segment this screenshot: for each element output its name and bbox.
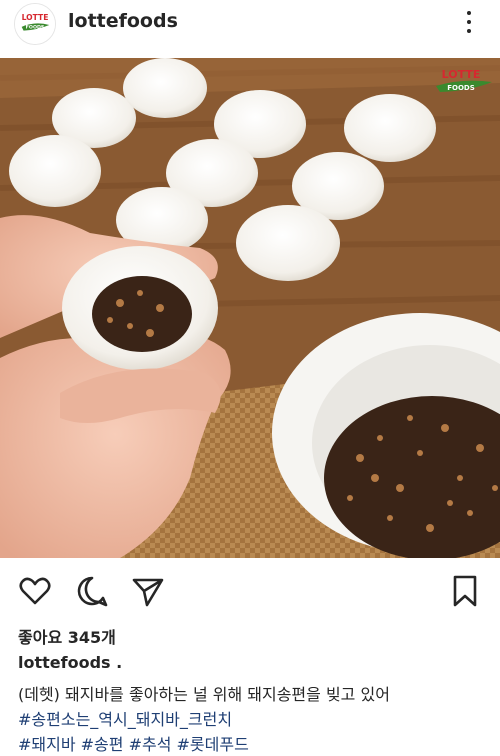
more-icon[interactable] [464, 11, 474, 37]
svg-text:LOTTE: LOTTE [22, 13, 49, 22]
post-photo[interactable]: LOTTE FOODS [0, 58, 500, 558]
comment-icon[interactable] [75, 574, 109, 608]
bookmark-icon[interactable] [448, 574, 482, 608]
post-header: LOTTE FOODS lottefoods [0, 0, 500, 58]
hashtags-line-2[interactable]: #돼지바 #송편 #추석 #롯데푸드 [18, 731, 249, 755]
lotte-foods-logo: LOTTE FOODS [15, 4, 55, 44]
heart-icon[interactable] [18, 574, 52, 608]
svg-text:FOODS: FOODS [26, 25, 45, 31]
hashtags-line-1[interactable]: #송편소는_역시_돼지바_크런치 [18, 706, 232, 730]
caption-username[interactable]: lottefoods . [18, 653, 122, 672]
avatar[interactable]: LOTTE FOODS [14, 3, 56, 45]
svg-text:FOODS: FOODS [447, 84, 475, 92]
like-count[interactable]: 좋아요 345개 [18, 624, 116, 648]
caption-text: (데헷) 돼지바를 좋아하는 널 위해 돼지송편을 빚고 있어 [18, 685, 390, 704]
post-actions [0, 558, 500, 620]
post-username[interactable]: lottefoods [68, 10, 178, 32]
svg-text:LOTTE: LOTTE [442, 68, 481, 81]
share-icon[interactable] [131, 574, 165, 608]
